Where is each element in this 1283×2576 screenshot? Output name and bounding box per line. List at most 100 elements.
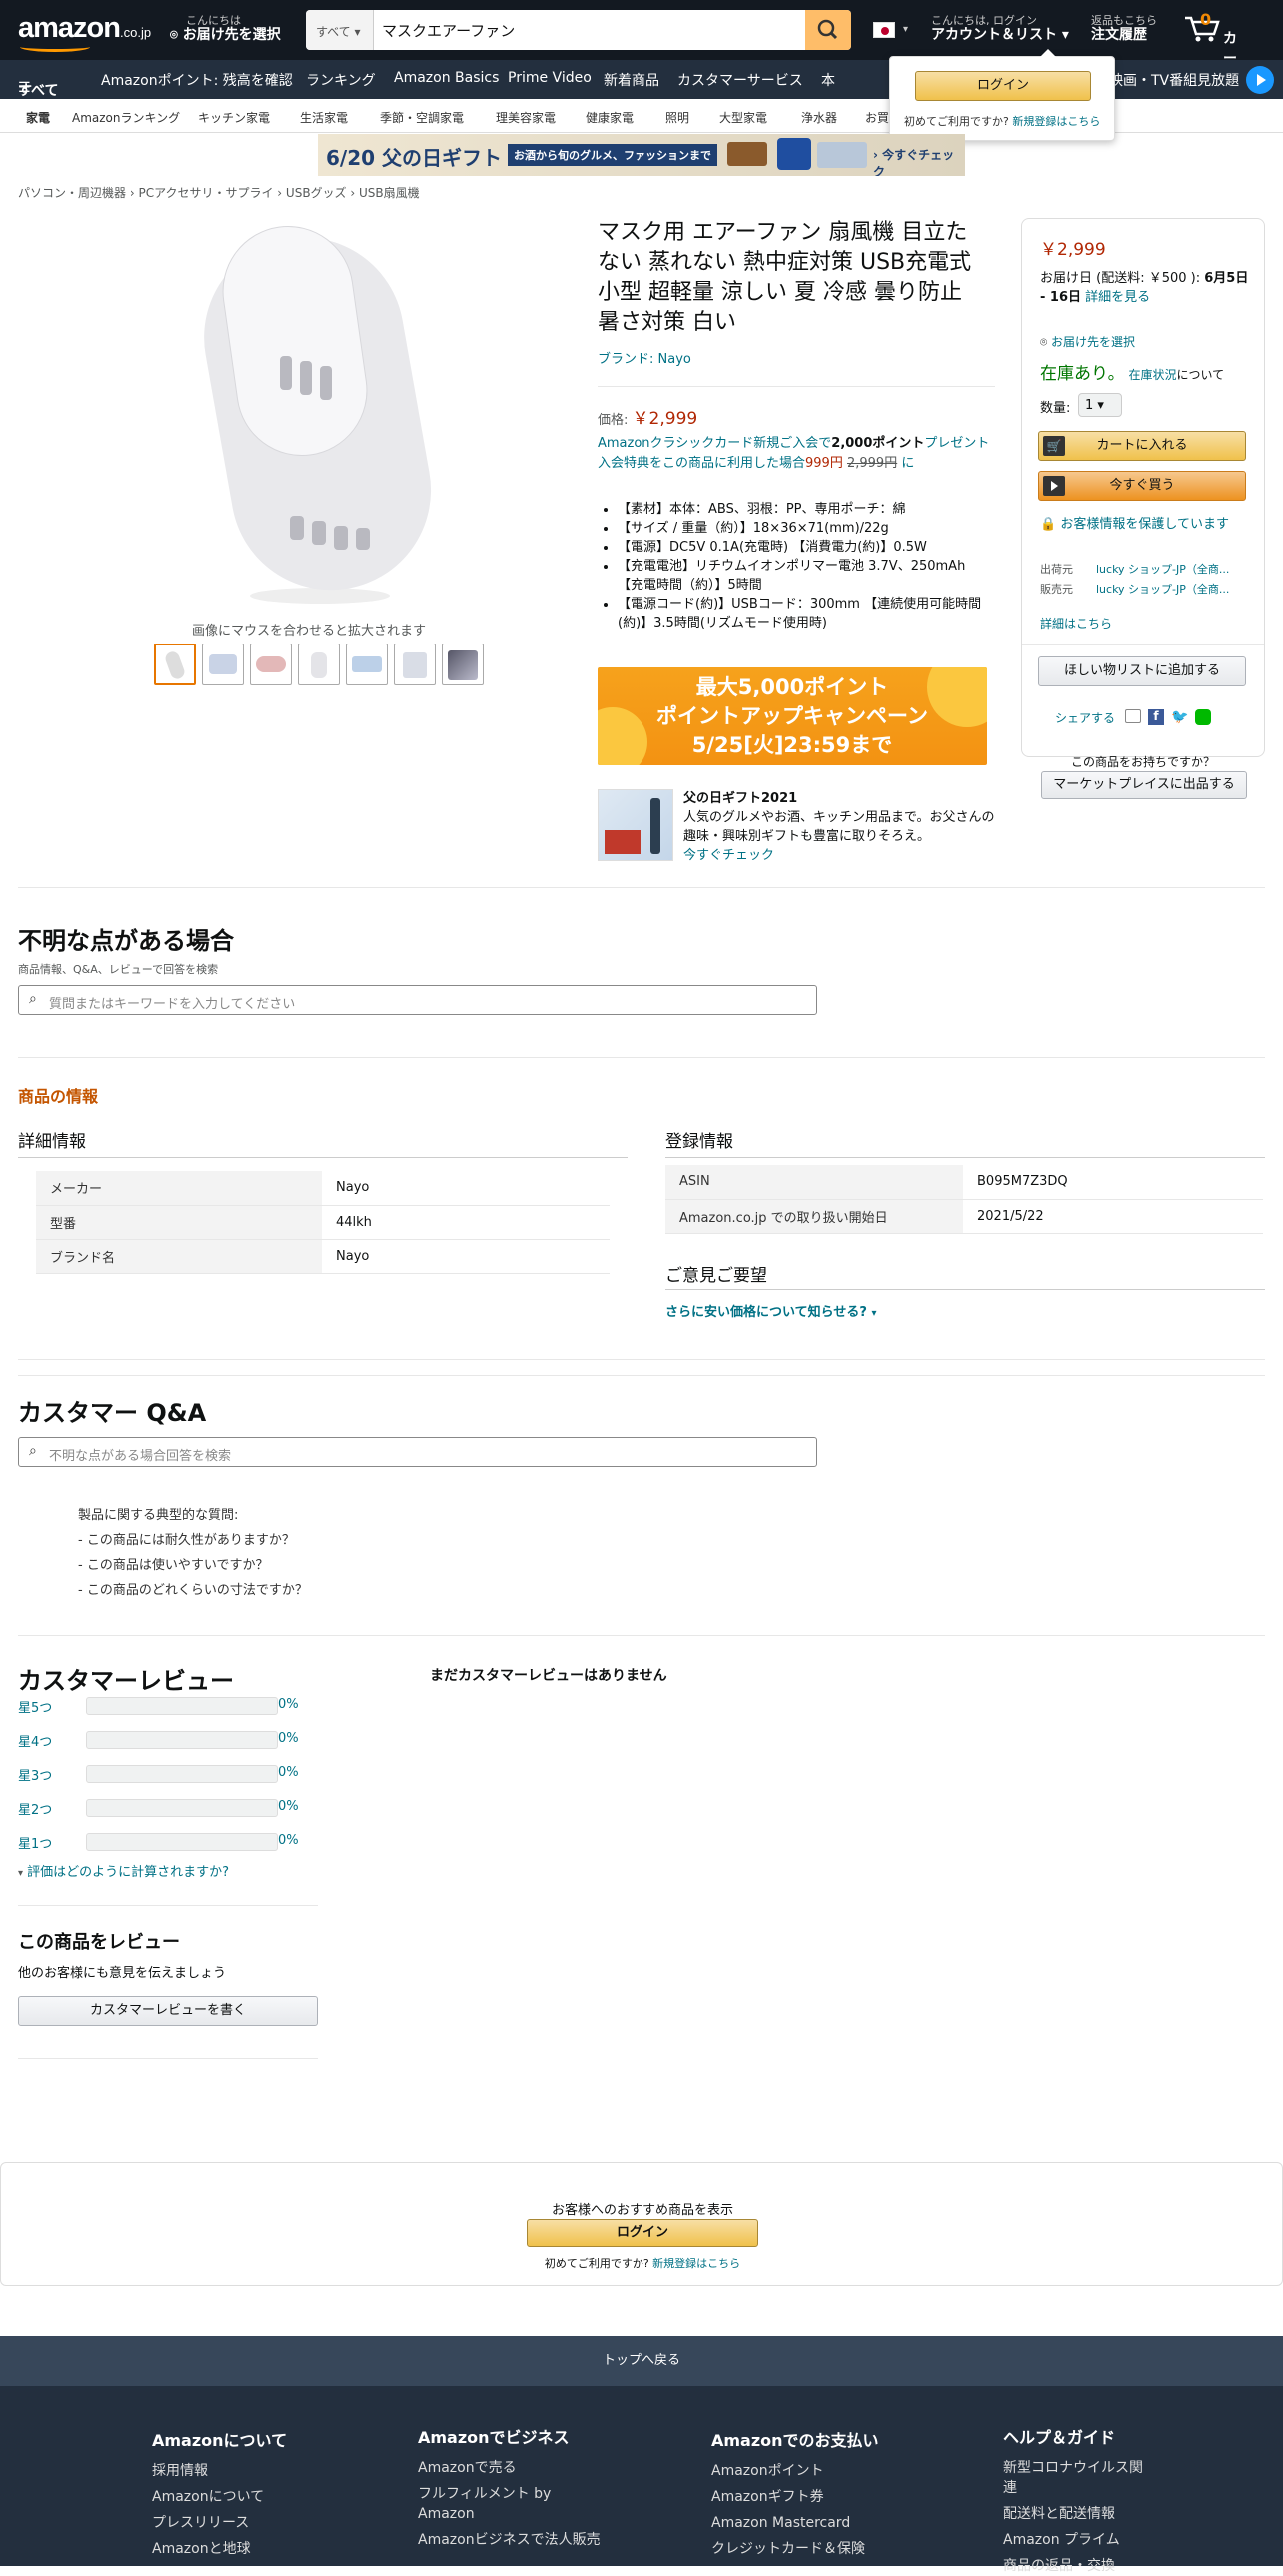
subnav-item[interactable]: お買 [865,109,889,126]
sell-on-marketplace-button[interactable]: マーケットプレイスに出品する [1041,771,1247,799]
typical-question[interactable]: この商品は使いやすいですか？ [87,1558,269,1573]
footer-link[interactable]: フルフィルメント by Amazon [418,2484,608,2524]
breadcrumb-item[interactable]: USBグッズ [286,186,347,200]
rating-bar[interactable] [86,1799,278,1817]
thumbnail[interactable] [250,644,292,685]
popup-login-button[interactable]: ログイン [915,71,1091,101]
footer-link[interactable]: クレジットカード＆保険 [711,2536,961,2562]
search-button[interactable] [805,10,851,50]
rating-bar[interactable] [86,1697,278,1715]
ship-from-link[interactable]: lucky ショップ-JP（全商... [1096,563,1229,576]
gift-link[interactable]: 今すぐチェック [683,848,774,863]
email-icon[interactable] [1125,709,1141,723]
rating-bar[interactable] [86,1731,278,1749]
secure-transaction[interactable]: 🔒 お客様情報を保護しています [1040,515,1252,534]
buy-now-button[interactable]: 今すぐ買う [1038,471,1246,501]
product-main-image[interactable] [170,216,470,606]
footer-link[interactable]: 新型コロナウイルス関連 [1003,2458,1143,2498]
recommend-login-button[interactable]: ログイン [527,2219,758,2247]
nav-item-ranking[interactable]: ランキング [306,70,376,90]
footer-link[interactable]: Amazonで売る [418,2458,608,2478]
delivery-details-link[interactable]: 詳細を見る [1085,290,1150,305]
japan-flag-icon[interactable] [873,22,895,38]
footer-link[interactable]: Amazon Mastercard [711,2510,961,2536]
subnav-item[interactable]: 浄水器 [801,109,837,126]
footer-link[interactable]: 採用情報 [152,2458,352,2484]
nav-item-points[interactable]: Amazonポイント: 残高を確認 [101,70,293,90]
address-link[interactable]: お届け先を選択 [1051,335,1135,349]
back-to-top-link[interactable]: トップへ戻る [0,2336,1283,2386]
points-campaign-banner[interactable]: 最大5,000ポイント ポイントアップキャンペーン 5/25[火]23:59まで [598,667,987,765]
star-label[interactable]: 星5つ [18,1697,52,1716]
twitter-icon[interactable]: 🐦 [1171,709,1189,725]
search-input[interactable] [374,10,811,50]
seller-link[interactable]: lucky ショップ-JP（全商... [1096,583,1229,596]
nav-item-prime-video[interactable]: Prime Video [508,70,592,86]
amazon-logo[interactable]: amazon.co.jp [18,12,151,52]
subnav-item[interactable]: 健康家電 [586,109,634,126]
write-review-button[interactable]: カスタマーレビューを書く [18,1996,318,2026]
line-icon[interactable] [1195,709,1211,725]
thumbnail[interactable] [394,644,436,685]
stock-link[interactable]: 在庫状況 [1129,368,1177,382]
footer-link[interactable]: Amazonギフト券 [711,2484,961,2510]
footer-link[interactable]: Amazonポイント [711,2458,961,2484]
account-lists-menu[interactable]: こんにちは, ログイン アカウント＆リスト ▾ [931,14,1069,42]
subnav-home[interactable]: 家電 [26,109,50,126]
address-select[interactable]: ⌾ お届け先を選択 [1040,333,1135,350]
footer-link[interactable]: 配送料と配送情報 [1003,2504,1143,2524]
classic-card-promo[interactable]: Amazonクラシックカード新規ご入会で2,000ポイントプレゼント 入会特典を… [598,434,997,474]
nav-item-customer-service[interactable]: カスタマーサービス [677,70,803,90]
typical-question[interactable]: この商品のどれくらいの寸法ですか？ [87,1583,308,1598]
nav-prime-video-promo[interactable]: 映画・TV番組見放題 [1109,70,1239,90]
subnav-item[interactable]: 生活家電 [300,109,348,126]
breadcrumb-item[interactable]: USB扇風機 [359,186,420,200]
rating-bar[interactable] [86,1833,278,1851]
recommend-register-link[interactable]: 新規登録はこちら [652,2257,740,2270]
cart-button[interactable]: 0 カート [1183,10,1237,87]
thumbnail[interactable] [346,644,388,685]
subnav-item[interactable]: 理美容家電 [496,109,556,126]
footer-link[interactable]: Amazonについて [152,2484,352,2510]
facebook-icon[interactable]: f [1148,709,1164,725]
play-icon[interactable] [1246,66,1274,94]
subnav-item[interactable]: キッチン家電 [198,109,270,126]
thumbnail[interactable] [442,644,484,685]
popup-register-link[interactable]: 新規登録はこちら [1012,115,1100,128]
add-to-cart-button[interactable]: 🛒 カートに入れる [1038,431,1246,461]
brand-link[interactable]: ブランド: Nayo [598,348,691,367]
star-label[interactable]: 星1つ [18,1833,52,1852]
footer-link[interactable]: Amazon プライム [1003,2530,1143,2550]
footer-link[interactable]: プレスリリース [152,2510,352,2536]
star-label[interactable]: 星2つ [18,1799,52,1818]
thumbnail[interactable] [154,644,196,685]
footer-link[interactable]: Amazonと地球 [152,2536,352,2562]
nav-item-basics[interactable]: Amazon Basics [394,70,499,86]
search-category-select[interactable]: すべて ▾ [306,10,374,50]
footer-link[interactable]: 商品の返品・交換 [1003,2556,1143,2576]
secure-link[interactable]: お客様情報を保護しています [1060,517,1229,532]
typical-question[interactable]: この商品には耐久性がありますか？ [87,1533,295,1548]
nav-item-books[interactable]: 本 [821,70,835,90]
returns-orders-link[interactable]: 返品もこちら 注文履歴 [1091,14,1157,42]
star-label[interactable]: 星4つ [18,1731,52,1750]
thumbnail[interactable] [298,644,340,685]
deliver-to-button[interactable]: こんにちは ⌾ お届け先を選択 [170,14,281,43]
how-ratings-calculated[interactable]: ▾ 評価はどのように計算されますか? [18,1861,229,1880]
qty-select[interactable]: 1 ▾ [1078,393,1122,417]
question-search-input[interactable]: ⌕ 質問またはキーワードを入力してください [18,985,817,1015]
footer-link[interactable]: Amazonビジネスで法人販売 [418,2530,608,2550]
subnav-item[interactable]: Amazonランキング [72,109,180,126]
nav-item-new[interactable]: 新着商品 [604,70,659,90]
gift-image[interactable] [598,789,673,861]
subnav-item[interactable]: 季節・空調家電 [380,109,464,126]
share-link[interactable]: シェアする [1055,711,1115,725]
fathers-day-banner[interactable]: 6/20 父の日ギフト お酒から旬のグルメ、ファッションまで › 今すぐチェック [318,134,965,176]
breadcrumb-item[interactable]: パソコン・周辺機器 [18,186,126,200]
price-feedback-link[interactable]: さらに安い価格について知らせる? ▾ [665,1301,876,1320]
star-label[interactable]: 星3つ [18,1765,52,1784]
thumbnail[interactable] [202,644,244,685]
subnav-item[interactable]: 照明 [665,109,689,126]
subnav-item[interactable]: 大型家電 [719,109,767,126]
add-to-wishlist-button[interactable]: ほしい物リストに追加する [1038,656,1246,686]
